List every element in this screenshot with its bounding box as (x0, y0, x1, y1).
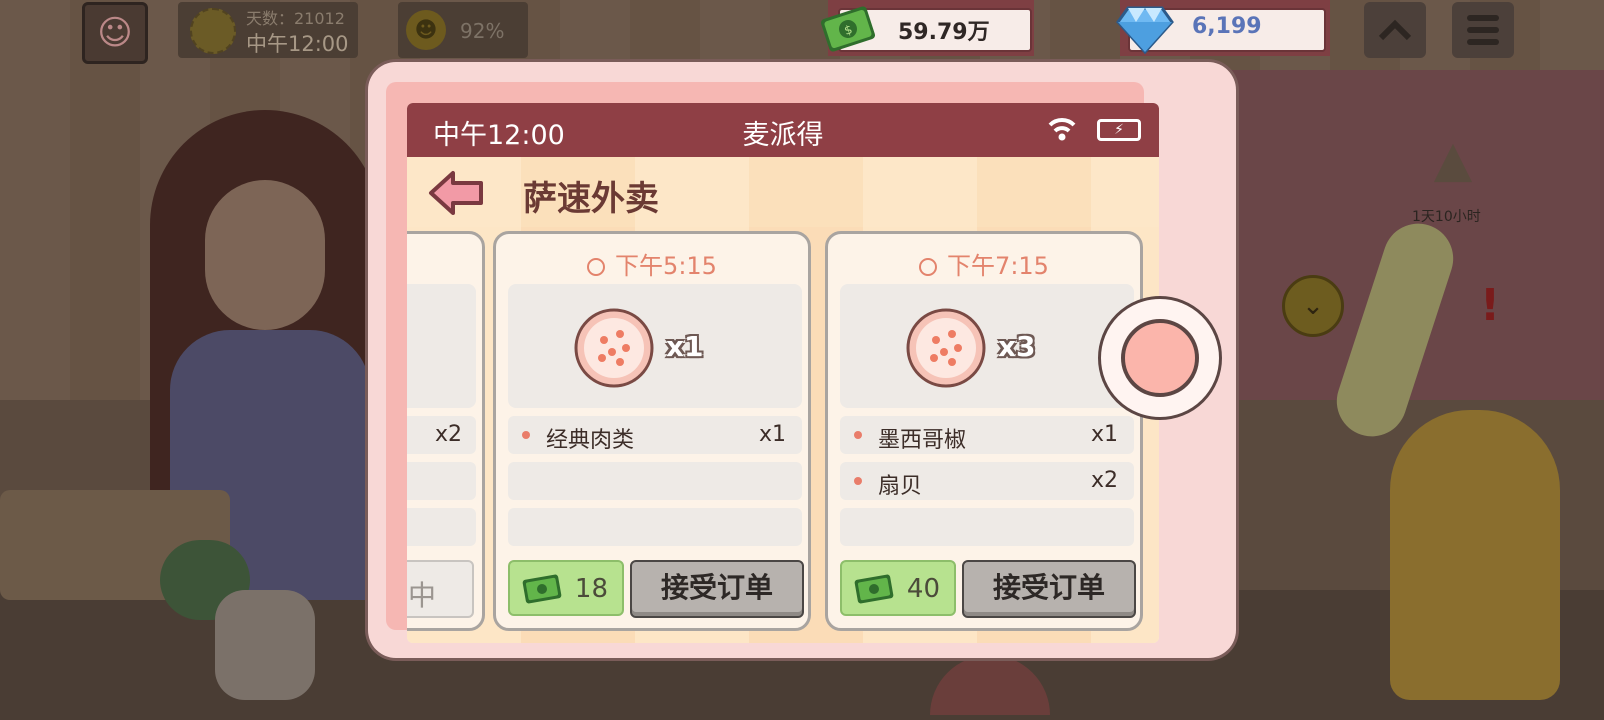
game-time: 中午12:00 (246, 32, 349, 56)
pizza-icon (574, 308, 654, 388)
gem-icon (1116, 6, 1174, 54)
order-item-row: 经典肉类 x1 (508, 416, 802, 454)
bullet-icon (522, 431, 530, 439)
day-counter: 天数：21012 (246, 9, 345, 28)
money-value: 59.79万 (898, 20, 990, 45)
order-item-row: x2 (407, 416, 476, 454)
bullet-icon (854, 477, 862, 485)
sun-icon (190, 8, 236, 54)
order-item-row: 墨西哥椒 x1 (840, 416, 1134, 454)
customer-face (205, 180, 325, 330)
item-count: x2 (1090, 468, 1118, 493)
app-header (407, 157, 1159, 227)
order-item-row (840, 508, 1134, 546)
item-count: x1 (758, 422, 786, 447)
in-progress-label: 中 (407, 579, 436, 612)
deadline-text: 下午5:15 (615, 252, 717, 280)
golden-statue (1390, 410, 1560, 700)
item-name: 墨西哥椒 (878, 428, 967, 453)
money-icon (854, 574, 894, 604)
menu-icon (1467, 15, 1499, 21)
mood-face-icon: ☻ (406, 10, 446, 50)
mood-percent: 92% (460, 19, 505, 43)
item-name: 经典肉类 (546, 428, 635, 453)
order-card: 下午7:15 x3 墨西哥椒 x1 扇贝 x2 40 接受订单 (825, 231, 1143, 631)
order-item-row: 扇贝 x2 (840, 462, 1134, 500)
scroll-down-icon[interactable]: ⌄ (1282, 275, 1344, 337)
battery-icon: ⚡ (1097, 119, 1141, 141)
order-image: x3 (840, 284, 1134, 408)
wifi-icon (1048, 118, 1076, 141)
gem-value: 6,199 (1192, 14, 1262, 39)
phone-home-button[interactable] (1098, 296, 1222, 420)
phone-bezel: 中午12:00 麦派得 ⚡ 萨速外卖 x2 中 下午5:15 x1 经典肉类 x… (386, 82, 1159, 643)
event-timer: 1天10小时 (1412, 209, 1481, 225)
item-count: x2 (434, 422, 462, 447)
clock-icon (919, 258, 938, 276)
phone-screen: 中午12:00 麦派得 ⚡ 萨速外卖 x2 中 下午5:15 x1 经典肉类 x… (407, 103, 1159, 643)
order-deadline: 下午7:15 (828, 246, 1140, 281)
pizza-quantity: x1 (666, 330, 704, 363)
clock-icon (587, 258, 606, 276)
alert-icon[interactable]: ! (1480, 280, 1500, 331)
jar-decoration (215, 590, 315, 700)
avatar-icon[interactable]: ☺ (82, 2, 148, 64)
order-card: 下午5:15 x1 经典肉类 x1 18 接受订单 (493, 231, 811, 631)
accept-order-button[interactable]: 接受订单 (630, 560, 804, 618)
phone-status-bar: 中午12:00 麦派得 ⚡ (407, 103, 1159, 157)
back-arrow-icon[interactable] (427, 169, 485, 217)
home-button-icon (1121, 319, 1199, 397)
item-count: x1 (1090, 422, 1118, 447)
reward-value: 18 (574, 574, 608, 604)
order-card-partial[interactable]: x2 中 (407, 231, 485, 631)
order-image (407, 284, 476, 408)
money-icon (522, 574, 562, 604)
accept-order-button[interactable]: 接受订单 (962, 560, 1136, 618)
up-arrow-icon (1378, 19, 1412, 41)
order-item-row (407, 462, 476, 500)
pizza-icon (906, 308, 986, 388)
page-title: 萨速外卖 (523, 179, 659, 219)
menu-icon-line (1467, 39, 1499, 45)
deadline-text: 下午7:15 (947, 252, 1049, 280)
order-item-row (407, 508, 476, 546)
item-name: 扇贝 (878, 474, 923, 499)
menu-icon-line (1467, 27, 1499, 33)
order-deadline: 下午5:15 (496, 246, 808, 281)
order-item-row (508, 508, 802, 546)
menu-button[interactable] (1452, 2, 1514, 58)
reward-value: 40 (906, 574, 940, 604)
campfire-icon[interactable]: ▲ (1408, 130, 1498, 200)
order-reward: 18 (508, 560, 624, 616)
bullet-icon (854, 431, 862, 439)
order-image: x1 (508, 284, 802, 408)
order-item-row (508, 462, 802, 500)
pizza-quantity: x3 (998, 330, 1036, 363)
order-reward: 40 (840, 560, 956, 616)
in-progress-button[interactable]: 中 (407, 560, 474, 618)
up-arrow-button[interactable] (1364, 2, 1426, 58)
